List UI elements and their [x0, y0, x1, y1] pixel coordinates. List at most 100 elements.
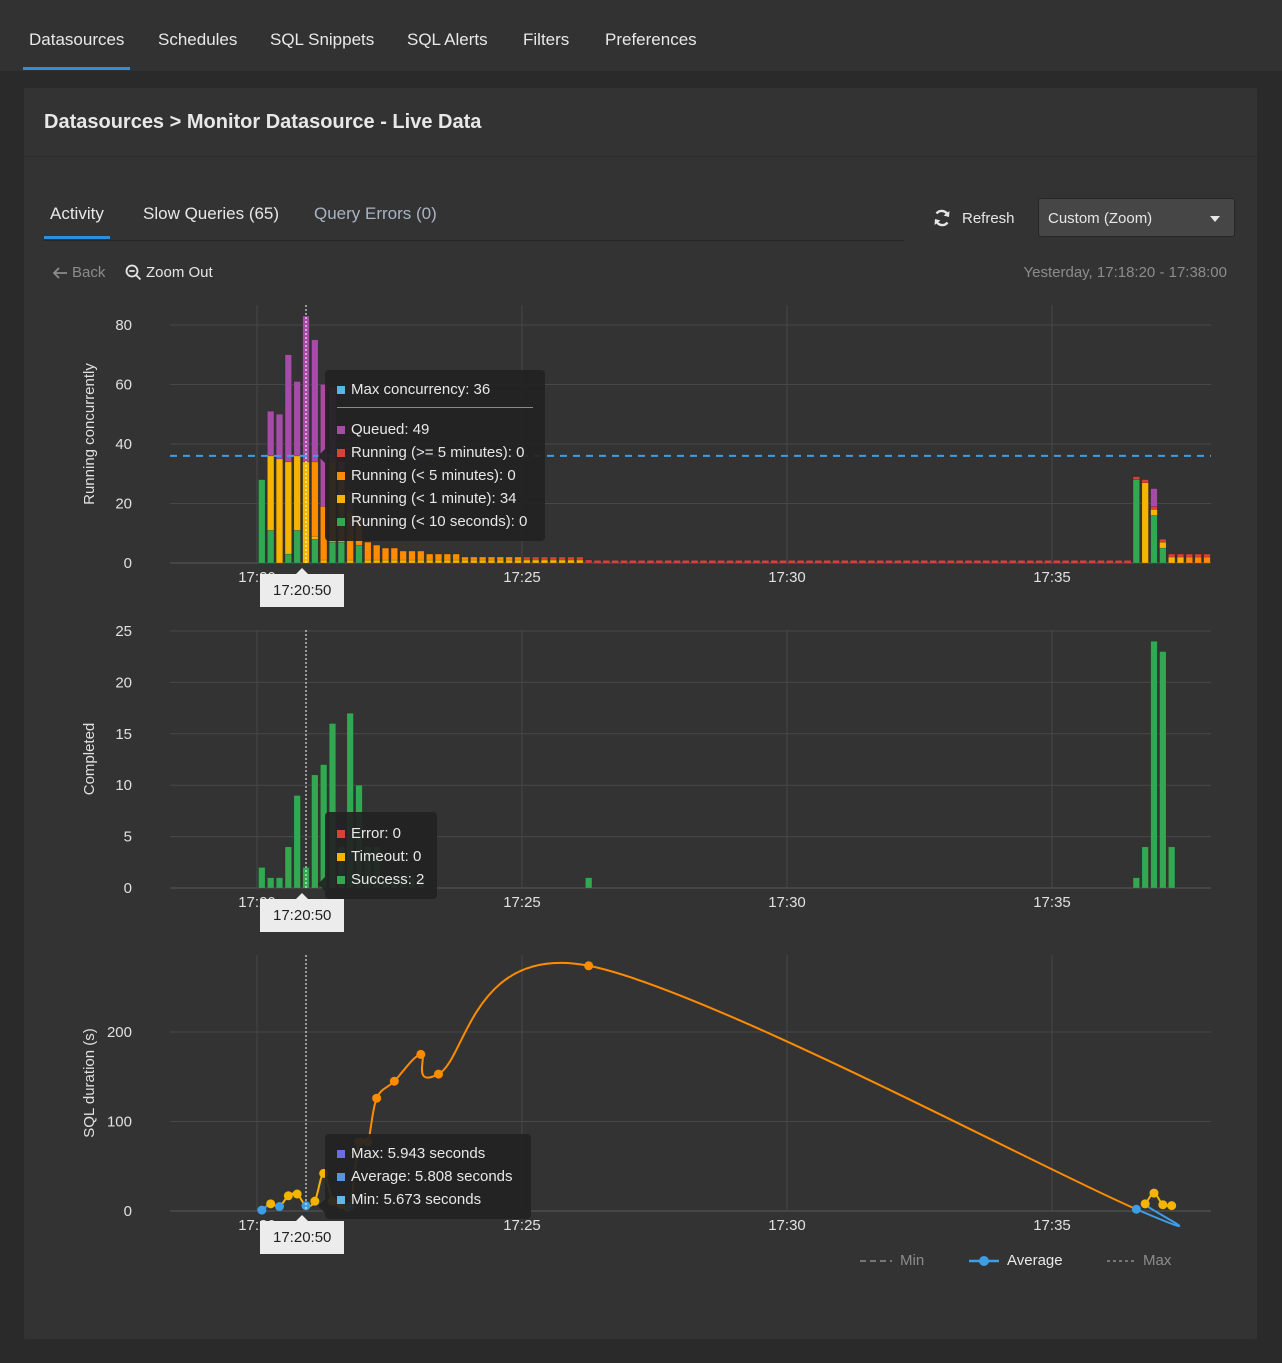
- bar-segment: [293, 530, 301, 564]
- data-point: [1149, 1188, 1159, 1198]
- data-point: [389, 1076, 399, 1086]
- charts-canvas: 02040608017:20 17:25 17:30 17:35Running con…: [81, 305, 1211, 1234]
- bar-success: [1150, 641, 1158, 889]
- bar-segment: [717, 560, 725, 563]
- bar-segment: [1185, 556, 1193, 564]
- bar-segment: [523, 559, 531, 564]
- bar-segment: [832, 560, 840, 563]
- bar-segment: [390, 547, 398, 561]
- bar-segment: [1150, 509, 1158, 516]
- bar-segment: [1141, 479, 1149, 483]
- bar-segment: [496, 556, 504, 561]
- data-point: [275, 1202, 284, 1212]
- bar-segment: [267, 455, 275, 531]
- legend-item-average[interactable]: Average: [969, 1252, 1063, 1269]
- data-point: [283, 1191, 293, 1201]
- bar-segment: [1159, 538, 1167, 543]
- data-point: [434, 1069, 443, 1079]
- legend-swatch-icon: [337, 1172, 345, 1181]
- bar-segment: [744, 560, 751, 563]
- bar-segment: [806, 560, 813, 563]
- bar-segment: [629, 560, 637, 563]
- bar-segment: [514, 556, 522, 561]
- tooltip-text: Max concurrency: 36: [351, 381, 491, 398]
- completed-tooltip: Error: 0 Timeout: 0 Success: 2: [325, 812, 437, 899]
- bar-segment: [496, 559, 504, 564]
- bar-segment: [284, 354, 292, 463]
- tooltip-text: Running (< 5 minutes): 0: [351, 467, 516, 484]
- bar-segment: [938, 560, 946, 563]
- x-crosshair-label: 17:20:50: [260, 1215, 345, 1254]
- bar-segment: [1035, 560, 1043, 563]
- bar-segment: [1106, 560, 1114, 563]
- bar-segment: [435, 553, 442, 561]
- legend-item-min[interactable]: Min: [860, 1252, 924, 1269]
- data-point: [1167, 1201, 1177, 1211]
- bar-segment: [435, 559, 442, 564]
- bar-segment: [355, 544, 363, 564]
- bar-segment: [532, 559, 540, 564]
- x-tick-label: 17:35: [1033, 569, 1071, 586]
- y-axis-label: Running concurrently: [81, 363, 98, 505]
- data-point: [310, 1196, 320, 1206]
- tooltip-text: Running (< 10 seconds): 0: [351, 513, 528, 530]
- data-point: [257, 1205, 267, 1215]
- bar-segment: [956, 560, 963, 563]
- bar-segment: [1141, 482, 1149, 564]
- data-point: [1158, 1200, 1168, 1210]
- bar-segment: [293, 381, 301, 457]
- y-tick-label: 80: [115, 317, 132, 334]
- bar-segment: [947, 560, 955, 563]
- x-tick-label: 17:25: [503, 1217, 541, 1234]
- bar-segment: [311, 538, 319, 564]
- tooltip-text: Average: 5.808 seconds: [351, 1168, 513, 1185]
- bar-segment: [284, 461, 292, 555]
- bar-segment: [859, 560, 866, 563]
- legend-swatch-icon: [337, 1149, 345, 1158]
- legend-swatch-icon: [337, 425, 345, 434]
- tooltip-row-timeout: Timeout: 0: [337, 845, 425, 868]
- tooltip-row-min: Min: 5.673 seconds: [337, 1188, 519, 1211]
- bar-segment: [426, 559, 434, 564]
- tooltip-row-running-lt-10s: Running (< 10 seconds): 0: [337, 510, 533, 533]
- bar-success: [1132, 877, 1140, 889]
- bar-segment: [523, 556, 531, 561]
- bar-segment: [364, 559, 372, 564]
- bar-segment: [603, 560, 610, 563]
- bar-segment: [770, 560, 778, 563]
- tooltip-row-running-5m-plus: Running (>= 5 minutes): 0: [337, 441, 533, 464]
- bar-segment: [965, 560, 972, 563]
- bar-segment: [470, 559, 478, 564]
- legend-swatch-icon: [337, 829, 345, 838]
- y-tick-label: 40: [115, 436, 132, 453]
- tooltip-text: Timeout: 0: [351, 848, 422, 865]
- legend-label: Max: [1143, 1252, 1172, 1269]
- bar-success: [1159, 651, 1167, 889]
- x-tick-label: 17:25: [503, 569, 541, 586]
- bar-segment: [788, 560, 796, 563]
- bar-segment: [311, 461, 319, 537]
- bar-segment: [585, 559, 593, 564]
- y-tick-label: 0: [124, 555, 132, 572]
- bar-segment: [1018, 560, 1025, 563]
- bar-segment: [1071, 560, 1078, 563]
- bar-segment: [850, 560, 857, 563]
- y-tick-label: 5: [124, 829, 132, 846]
- x-tick-label: 17:25: [503, 894, 541, 911]
- bar-segment: [320, 559, 328, 564]
- bar-segment: [426, 553, 434, 561]
- bar-segment: [885, 560, 893, 563]
- bar-segment: [470, 556, 478, 561]
- bar-segment: [488, 559, 495, 564]
- legend-item-max[interactable]: Max: [1107, 1252, 1171, 1269]
- bar-segment: [1168, 553, 1176, 558]
- bar-segment: [399, 559, 407, 564]
- bar-segment: [1150, 488, 1158, 507]
- bar-segment: [399, 550, 407, 561]
- legend-label: Min: [900, 1252, 925, 1269]
- y-tick-label: 0: [124, 1203, 132, 1220]
- bar-segment: [505, 556, 513, 561]
- bar-segment: [479, 556, 487, 561]
- tooltip-text: Running (>= 5 minutes): 0: [351, 444, 525, 461]
- bar-segment: [735, 560, 743, 563]
